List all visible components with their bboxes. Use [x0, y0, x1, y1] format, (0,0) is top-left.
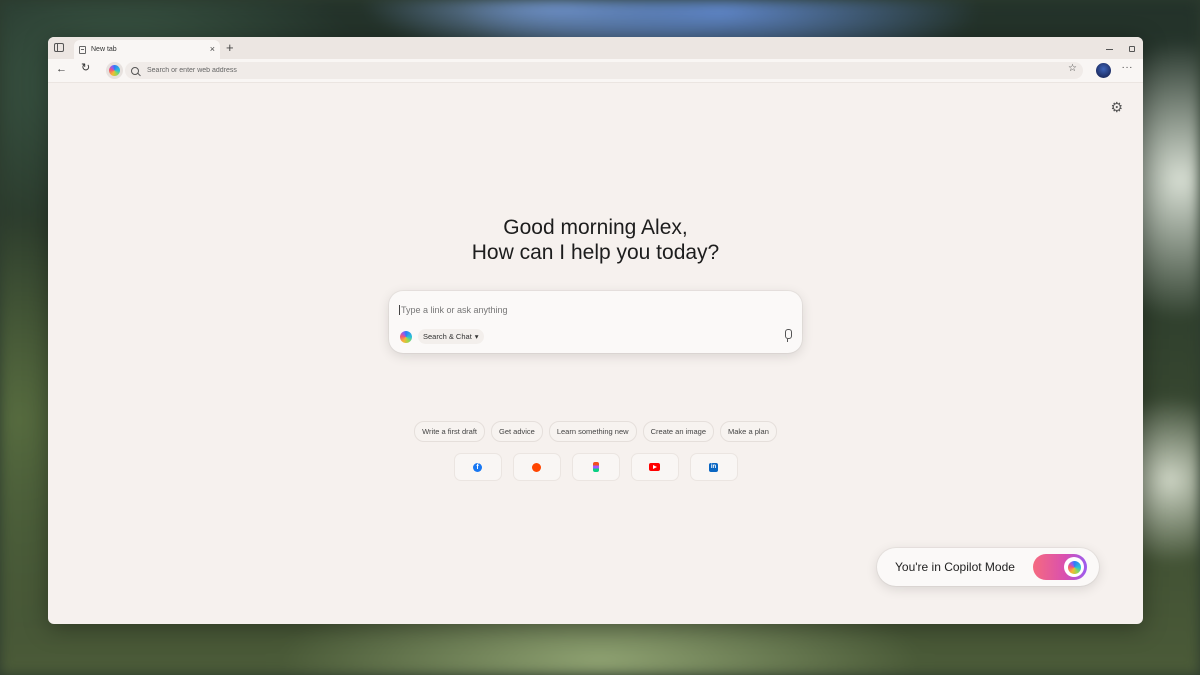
mode-label: Search & Chat: [423, 332, 472, 341]
copilot-mode-label: You're in Copilot Mode: [895, 560, 1015, 574]
address-bar[interactable]: ☆: [125, 62, 1083, 79]
copilot-icon: [1067, 560, 1081, 574]
shortcut-linkedin[interactable]: in: [689, 453, 738, 481]
page-icon: [79, 45, 86, 54]
quick-links: f in: [48, 453, 1143, 481]
copilot-mode-toggle[interactable]: [1033, 554, 1087, 580]
tab-title: New tab: [91, 46, 117, 53]
chat-input[interactable]: [399, 305, 779, 315]
chip-get-advice[interactable]: Get advice: [490, 421, 543, 442]
minimize-button[interactable]: [1106, 49, 1113, 50]
browser-window: New tab × + ← ↻ ☆ ··· ⚙ Good morning Ale…: [48, 37, 1143, 624]
youtube-icon: [649, 463, 660, 471]
copilot-icon: [400, 330, 412, 343]
copilot-icon: [109, 65, 120, 76]
chip-make-a-plan[interactable]: Make a plan: [720, 421, 777, 442]
new-tab-page: ⚙ Good morning Alex, How can I help you …: [48, 83, 1143, 624]
mode-row: Search & Chat ▾: [400, 329, 484, 344]
favorite-star-icon[interactable]: ☆: [1068, 63, 1077, 74]
suggestion-chips: Write a first draft Get advice Learn som…: [48, 421, 1143, 442]
toggle-knob: [1064, 557, 1084, 577]
back-button[interactable]: ←: [56, 64, 67, 75]
tab-bar: New tab × +: [48, 37, 1143, 59]
address-input[interactable]: [147, 67, 747, 74]
microphone-icon[interactable]: [783, 329, 792, 342]
mode-dropdown[interactable]: Search & Chat ▾: [418, 329, 484, 344]
refresh-button[interactable]: ↻: [81, 63, 90, 74]
figma-icon: [592, 462, 599, 472]
close-tab-icon[interactable]: ×: [210, 45, 215, 54]
chip-write-first-draft[interactable]: Write a first draft: [414, 421, 485, 442]
gear-icon[interactable]: ⚙: [1110, 99, 1123, 116]
window-controls: [1106, 43, 1135, 52]
reddit-icon: [532, 462, 541, 472]
facebook-icon: f: [473, 462, 482, 472]
search-icon: [131, 66, 139, 75]
shortcut-facebook[interactable]: f: [453, 453, 502, 481]
chip-create-an-image[interactable]: Create an image: [642, 421, 715, 442]
profile-avatar[interactable]: [1096, 63, 1111, 78]
shortcut-figma[interactable]: [571, 453, 620, 481]
copilot-mode-indicator: You're in Copilot Mode: [877, 548, 1099, 586]
chat-input-box: Search & Chat ▾: [389, 291, 802, 353]
more-menu-icon[interactable]: ···: [1122, 62, 1134, 73]
page-greeting: Good morning Alex, How can I help you to…: [48, 215, 1143, 265]
chip-learn-something-new[interactable]: Learn something new: [548, 421, 637, 442]
browser-toolbar: ← ↻ ☆ ···: [48, 59, 1143, 83]
shortcut-reddit[interactable]: [512, 453, 561, 481]
sidebar-toggle-icon[interactable]: [54, 43, 64, 52]
tab-new-tab[interactable]: New tab ×: [74, 40, 220, 59]
new-tab-button[interactable]: +: [226, 41, 234, 54]
chevron-down-icon: ▾: [474, 332, 479, 341]
copilot-button[interactable]: [106, 62, 123, 79]
greeting-line-1: Good morning Alex,: [503, 216, 688, 239]
greeting-line-2: How can I help you today?: [471, 241, 720, 264]
maximize-button[interactable]: [1129, 46, 1135, 52]
shortcut-youtube[interactable]: [630, 453, 679, 481]
linkedin-icon: in: [709, 462, 718, 472]
